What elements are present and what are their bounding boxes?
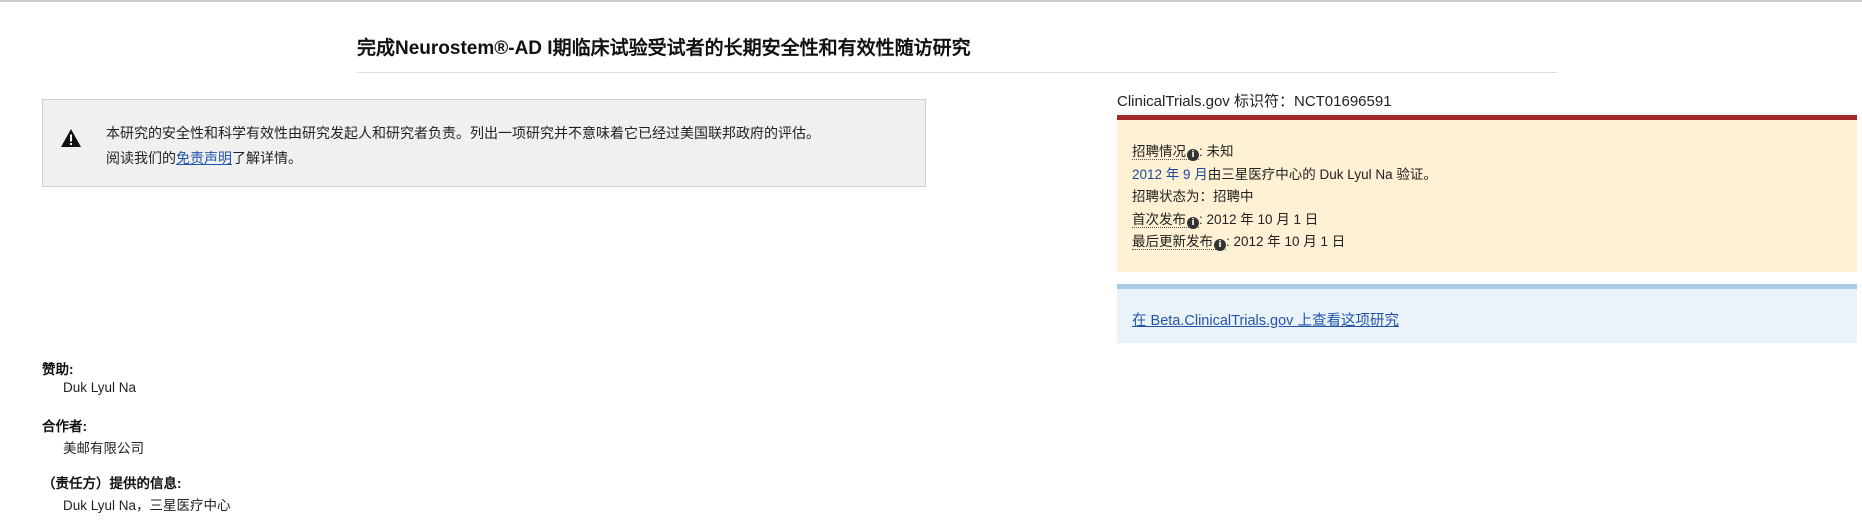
- first-posted-label-text: 首次发布: [1132, 211, 1186, 227]
- recruitment-status-line: 招聘情况 i: 未知: [1132, 141, 1437, 164]
- disclaimer-line-2: 阅读我们的免责声明了解详情。: [106, 146, 820, 171]
- last-update-line: 最后更新发布 i: 2012 年 10 月 1 日: [1132, 231, 1437, 254]
- recruitment-status-label[interactable]: 招聘情况 i: [1132, 144, 1199, 161]
- first-posted-value: : 2012 年 10 月 1 日: [1199, 211, 1319, 227]
- disclaimer-text: 本研究的安全性和科学有效性由研究发起人和研究者负责。列出一项研究并不意味着它已经…: [106, 121, 820, 171]
- info-circle-icon: i: [1187, 149, 1199, 161]
- first-posted-label[interactable]: 首次发布 i: [1132, 211, 1199, 229]
- responsible-party-value: Duk Lyul Na，三星医疗中心: [63, 498, 231, 513]
- verified-text: 由三星医疗中心的 Duk Lyul Na 验证。: [1207, 166, 1437, 182]
- info-circle-icon: i: [1214, 239, 1226, 251]
- disclaimer-box: 本研究的安全性和科学有效性由研究发起人和研究者负责。列出一项研究并不意味着它已经…: [42, 99, 926, 187]
- info-circle-icon: i: [1187, 216, 1199, 229]
- sponsor-value: Duk Lyul Na: [63, 380, 137, 395]
- disclaimer-line-2-prefix: 阅读我们的: [106, 150, 176, 166]
- recruiting-status-line: 招聘状态为：招聘中: [1132, 189, 1254, 204]
- warning-triangle-icon: [61, 129, 81, 147]
- top-border: [0, 0, 1862, 2]
- page-title: 完成Neurostem®-AD I期临床试验受试者的长期安全性和有效性随访研究: [357, 38, 971, 59]
- identifier-value: NCT01696591: [1293, 93, 1392, 110]
- disclaimer-link[interactable]: 免责声明: [176, 150, 232, 166]
- status-panel: 招聘情况 i: 未知 2012 年 9 月由三星医疗中心的 Duk Lyul Na…: [1117, 115, 1857, 272]
- beta-panel: 在 Beta.ClinicalTrials.gov 上查看这项研究: [1117, 284, 1857, 343]
- responsible-party-label: （责任方）提供的信息:: [42, 476, 182, 491]
- last-update-label[interactable]: 最后更新发布 i: [1132, 234, 1226, 251]
- collaborator-label: 合作者:: [42, 419, 87, 434]
- collaborator-value: 美邮有限公司: [63, 441, 144, 456]
- verified-line: 2012 年 9 月由三星医疗中心的 Duk Lyul Na 验证。: [1132, 164, 1437, 187]
- title-divider: [357, 72, 1557, 73]
- identifier-label: ClinicalTrials.gov 标识符：: [1117, 93, 1294, 110]
- recruitment-status-value: : 未知: [1199, 144, 1234, 159]
- disclaimer-line-2-suffix: 了解详情。: [232, 150, 302, 166]
- disclaimer-line-1: 本研究的安全性和科学有效性由研究发起人和研究者负责。列出一项研究并不意味着它已经…: [106, 125, 820, 141]
- last-update-value: : 2012 年 10 月 1 日: [1226, 234, 1346, 249]
- beta-site-link[interactable]: 在 Beta.ClinicalTrials.gov 上查看这项研究: [1132, 309, 1399, 330]
- sponsor-label: 赞助:: [42, 362, 74, 377]
- status-lines: 招聘情况 i: 未知 2012 年 9 月由三星医疗中心的 Duk Lyul Na…: [1132, 141, 1437, 254]
- verified-date: 2012 年 9 月: [1132, 166, 1208, 182]
- first-posted-line: 首次发布 i: 2012 年 10 月 1 日: [1132, 209, 1437, 232]
- study-identifier: ClinicalTrials.gov 标识符：NCT01696591: [1117, 90, 1392, 111]
- last-update-label-text: 最后更新发布: [1132, 234, 1213, 249]
- recruitment-status-label-text: 招聘情况: [1132, 144, 1186, 159]
